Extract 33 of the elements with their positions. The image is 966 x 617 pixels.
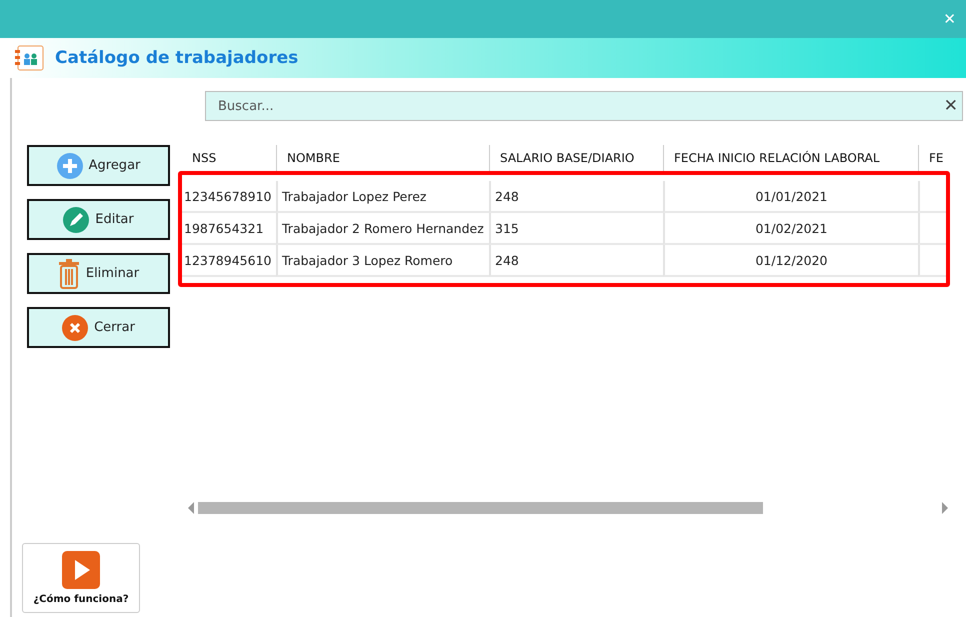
table-cell: 248 (489, 245, 663, 277)
search-field[interactable]: Buscar... ✕ (205, 91, 963, 121)
scroll-right-icon[interactable] (942, 502, 948, 514)
column-header[interactable]: NOMBRE (276, 145, 489, 171)
column-header[interactable]: NSS (180, 145, 276, 171)
table-cell: 1987654321 (180, 213, 276, 245)
clear-icon[interactable]: ✕ (944, 96, 958, 116)
window-title: Catálogo de trabajadores (55, 48, 298, 68)
table-cell: Trabajador 2 Romero Hernandez (276, 213, 489, 245)
table-cell: Trabajador 3 Lopez Romero (276, 245, 489, 277)
action-button[interactable]: Eliminar (27, 253, 170, 294)
table-cell: 01/12/2020 (663, 245, 918, 277)
column-header[interactable]: FE (918, 145, 950, 171)
action-button[interactable]: Editar (27, 199, 170, 240)
play-icon (62, 551, 100, 589)
table-cell: Trabajador Lopez Perez (276, 181, 489, 213)
table-cell: 248 (489, 181, 663, 213)
table-cell: 01/02/2021 (663, 213, 918, 245)
action-button[interactable]: Cerrar (27, 307, 170, 348)
trash-icon (58, 258, 80, 288)
help-button[interactable]: ¿Cómo funciona? (22, 543, 140, 613)
column-header[interactable]: FECHA INICIO RELACIÓN LABORAL (663, 145, 918, 171)
scroll-left-icon[interactable] (188, 502, 194, 514)
table-cell: 315 (489, 213, 663, 245)
table-cell: 12378945610 (180, 245, 276, 277)
close-icon (62, 314, 88, 340)
column-header[interactable]: SALARIO BASE/DIARIO (489, 145, 663, 171)
table-cell: 12345678910 (180, 181, 276, 213)
action-button[interactable]: Agregar (27, 145, 170, 186)
plus-icon (56, 152, 83, 178)
table-cell: 01/01/2021 (663, 181, 918, 213)
pencil-icon (63, 206, 90, 232)
catalog-icon (15, 45, 45, 71)
